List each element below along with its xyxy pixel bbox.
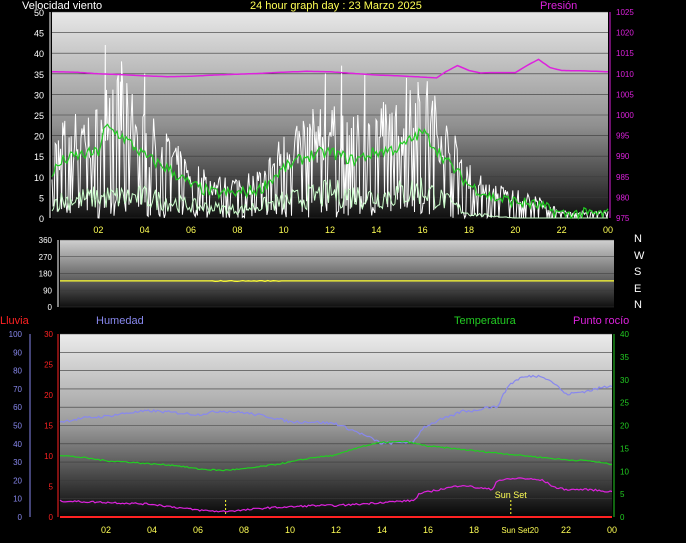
rain-y-tick-label: 20 — [44, 391, 53, 400]
rain-y-tick-label: 30 — [44, 330, 53, 339]
humidity-x-tick-label: 16 — [423, 525, 433, 535]
temperature-y-tick-label: 5 — [620, 490, 625, 499]
temperature-y-tick-label: 25 — [620, 399, 629, 408]
direction-letter-n-bottom: N — [634, 299, 642, 311]
direction-y-tick-label: 180 — [39, 270, 53, 279]
rain-y-tick-label: 25 — [44, 361, 53, 370]
wind-y-tick-label: 20 — [34, 132, 44, 142]
rain-y-tick-label: 0 — [49, 513, 54, 522]
direction-y-tick-label: 90 — [43, 286, 52, 295]
temperature-y-tick-label: 35 — [620, 353, 629, 362]
pressure-y-tick-label: 1025 — [616, 8, 634, 17]
wind-y-tick-label: 5 — [39, 193, 44, 203]
pressure-y-tick-label: 980 — [616, 193, 630, 202]
wind-y-tick-label: 0 — [39, 214, 44, 224]
pressure-y-tick-label: 1000 — [616, 111, 634, 120]
pressure-y-tick-label: 975 — [616, 214, 630, 223]
humidity-x-tick-label: 08 — [239, 525, 249, 535]
humidity-title: Humedad — [96, 315, 144, 327]
wind-x-tick-label: 00 — [603, 225, 613, 235]
humidity-y-tick-label: 10 — [13, 495, 22, 504]
wind-y-tick-label: 30 — [34, 90, 44, 100]
wind-y-tick-label: 40 — [34, 49, 44, 59]
direction-y-tick-label: 270 — [39, 253, 53, 262]
humidity-y-tick-label: 60 — [13, 403, 22, 412]
sunset-axis-label: Sun Set20 — [501, 526, 539, 535]
rain-title: Lluvia — [0, 315, 29, 327]
direction-y-tick-label: 0 — [48, 303, 53, 312]
wind-y-tick-label: 35 — [34, 70, 44, 80]
humidity-y-tick-label: 20 — [13, 476, 22, 485]
pressure-y-tick-label: 990 — [616, 152, 630, 161]
pressure-y-tick-label: 1010 — [616, 70, 634, 79]
humidity-x-tick-label: 06 — [193, 525, 203, 535]
direction-letter-e: E — [634, 283, 642, 295]
direction-letter-s: S — [634, 266, 642, 278]
temperature-y-tick-label: 30 — [620, 376, 629, 385]
wind-x-tick-label: 20 — [510, 225, 520, 235]
wind-x-tick-label: 06 — [186, 225, 196, 235]
temperature-y-tick-label: 40 — [620, 330, 629, 339]
temperature-y-tick-label: 15 — [620, 444, 629, 453]
wind-y-tick-label: 25 — [34, 111, 44, 121]
weather-charts: 0510152025303540455097598098599099510001… — [9, 8, 635, 535]
humidity-x-tick-label: 04 — [147, 525, 157, 535]
humidity-y-tick-label: 70 — [13, 385, 22, 394]
wind-pressure-panel: 0510152025303540455097598098599099510001… — [34, 8, 634, 235]
humidity-y-tick-label: 40 — [13, 440, 22, 449]
humidity-y-tick-label: 90 — [13, 348, 22, 357]
wind-x-tick-label: 22 — [557, 225, 567, 235]
humidity-y-tick-label: 50 — [13, 422, 22, 431]
graph-date-title: 24 hour graph day : 23 Marzo 2025 — [250, 0, 422, 12]
direction-y-tick-label: 360 — [39, 236, 53, 245]
pressure-title: Presión — [540, 0, 578, 12]
wind-x-tick-label: 14 — [371, 225, 381, 235]
humidity-x-tick-label: 22 — [561, 525, 571, 535]
rain-y-tick-label: 15 — [44, 422, 53, 431]
wind-y-tick-label: 10 — [34, 173, 44, 183]
humidity-x-tick-label: 02 — [101, 525, 111, 535]
humidity-y-tick-label: 30 — [13, 458, 22, 467]
pressure-y-tick-label: 985 — [616, 173, 630, 182]
humidity-x-tick-label: 14 — [377, 525, 387, 535]
wind-x-tick-label: 02 — [93, 225, 103, 235]
wind-x-tick-label: 16 — [418, 225, 428, 235]
humidity-y-tick-label: 100 — [9, 330, 23, 339]
wind-direction-panel: 0 90 180 270 360 — [39, 236, 614, 312]
pressure-y-tick-label: 1015 — [616, 49, 634, 58]
humidity-y-tick-label: 0 — [18, 513, 23, 522]
wind-speed-title: Velocidad viento — [22, 0, 103, 12]
temperature-y-tick-label: 0 — [620, 513, 625, 522]
rain-y-tick-label: 10 — [44, 452, 53, 461]
pressure-y-tick-label: 1005 — [616, 90, 634, 99]
humidity-x-tick-label: 12 — [331, 525, 341, 535]
direction-letter-n-top: N — [634, 233, 642, 245]
wind-x-tick-label: 04 — [140, 225, 150, 235]
humidity-y-tick-label: 80 — [13, 367, 22, 376]
humidity-temperature-panel: 0102030405060708090100051015202530051015… — [9, 330, 630, 535]
wind-x-tick-label: 08 — [232, 225, 242, 235]
temperature-y-tick-label: 20 — [620, 422, 629, 431]
pressure-y-tick-label: 995 — [616, 132, 630, 141]
wind-x-tick-label: 18 — [464, 225, 474, 235]
rain-y-tick-label: 5 — [49, 483, 54, 492]
direction-letter-w: W — [634, 250, 645, 262]
wind-y-tick-label: 15 — [34, 152, 44, 162]
wind-y-tick-label: 45 — [34, 29, 44, 39]
sunset-label: Sun Set — [495, 490, 528, 500]
dewpoint-title: Punto rocío — [573, 315, 630, 327]
humidity-x-tick-label: 00 — [607, 525, 617, 535]
wind-direction-series — [60, 279, 614, 282]
pressure-y-tick-label: 1020 — [616, 29, 634, 38]
humidity-x-tick-label: 10 — [285, 525, 295, 535]
temperature-title: Temperatura — [454, 315, 516, 327]
wind-x-tick-label: 10 — [279, 225, 289, 235]
temperature-y-tick-label: 10 — [620, 467, 629, 476]
humidity-x-tick-label: 18 — [469, 525, 479, 535]
wind-x-tick-label: 12 — [325, 225, 335, 235]
